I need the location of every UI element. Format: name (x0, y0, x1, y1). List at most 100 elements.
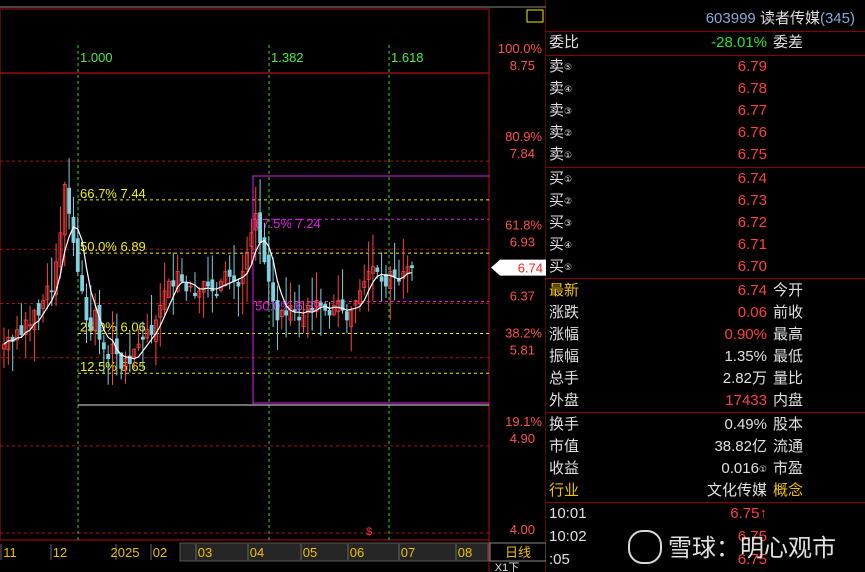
stat2-row-label2: 流通 (773, 438, 804, 455)
xueqiu-logo-icon (628, 530, 662, 564)
sell-row-value: 6.77 (737, 102, 767, 119)
buy-row-label: 买⑤ (549, 258, 573, 275)
candle-body (88, 317, 93, 331)
sell-row-value: 6.79 (737, 58, 767, 75)
stat2-row-value: 文化传媒 (706, 482, 767, 499)
watermark-text: 雪球：明心观市 (668, 534, 836, 562)
current-price-value: 6.74 (518, 261, 543, 276)
candle-body (36, 303, 41, 316)
stat-row-label: 最新 (549, 282, 580, 299)
stock-num: (345) (819, 10, 855, 27)
x-scroll-bar (179, 542, 489, 562)
buy-row-value: 6.73 (737, 192, 767, 209)
stat-row-value: 0.90% (724, 326, 767, 343)
price-label: 5.81 (510, 343, 535, 358)
order-index: ③ (564, 218, 573, 228)
candle-body (80, 275, 85, 292)
candle-body (375, 267, 380, 272)
candle-body (275, 300, 280, 321)
stat-row: 最新 6.74 今开 (546, 280, 865, 302)
stat-row-label: 涨跌 (549, 304, 580, 321)
candle-body (236, 281, 241, 287)
price-label: 4.00 (510, 522, 535, 537)
fib-level-label: 66.7% 7.44 (80, 186, 146, 201)
price-label: 8.75 (510, 58, 535, 73)
candle-body (410, 265, 414, 269)
x-tick-label: 11 (3, 545, 17, 560)
price-label: 6.93 (510, 234, 535, 249)
x-tick-label: 08 (458, 545, 472, 560)
stat-row-label: 涨幅 (549, 326, 580, 343)
candle-body (392, 269, 397, 277)
candle-body (297, 316, 302, 321)
order-index: ④ (564, 84, 573, 94)
candle-body (214, 293, 219, 297)
candle-body (271, 282, 276, 301)
tick-time: :05 (549, 551, 570, 568)
stat-row: 涨跌 0.06 前收 (546, 302, 865, 324)
stat-row-label2: 今开 (773, 282, 804, 299)
sell-row-label: 卖③ (549, 102, 573, 119)
candle-body (67, 187, 72, 214)
buy-row-label: 买① (549, 170, 573, 187)
order-index: ⑤ (564, 262, 573, 272)
x-tick-label: 03 (198, 545, 212, 560)
sell-row-value: 6.78 (737, 80, 767, 97)
fib-time-label: 1.618 (391, 50, 424, 65)
stat-row: 外盘 17433 内盘 (546, 390, 865, 412)
stat-row-label: 外盘 (549, 392, 580, 409)
stat2-row-value: 38.82亿 (714, 438, 767, 455)
candle-body (310, 307, 315, 311)
buy-row-value: 6.72 (737, 214, 767, 231)
price-label: 4.90 (510, 431, 535, 446)
stat-row-label: 总手 (549, 370, 580, 387)
sell-row: 卖③ 6.77 (546, 100, 865, 122)
stat-row-value: 2.82万 (722, 370, 767, 387)
pct-label: 19.1% (505, 414, 542, 429)
candle-body (344, 311, 349, 321)
x-tick-label: 2025 (111, 545, 140, 560)
weibi-value: -28.01% (711, 34, 767, 51)
sell-row: 卖④ 6.78 (546, 78, 865, 100)
stat2-row: 行业 文化传媒 概念 (546, 480, 865, 502)
candle-body (180, 274, 184, 282)
fib-box-outline (252, 175, 489, 405)
candle-body (101, 342, 106, 350)
stat2-row-label: 市值 (549, 438, 580, 455)
order-index: ⑤ (564, 62, 573, 72)
candle-body (84, 297, 89, 321)
tick-time: 10:01 (549, 505, 587, 522)
price-chart[interactable]: 100.0% 8.75 80.9% 7.84 61.8% 6.93 6.37 38.2% 5.8… (0, 0, 546, 572)
buy-row: 买① 6.74 (546, 168, 865, 190)
stat2-row-value: 0.016① (721, 460, 767, 477)
stat-row-value: 17433 (725, 392, 767, 409)
stat-row: 总手 2.82万 量比 (546, 368, 865, 390)
quote-panel: 603999 读者传媒(345) 委比 -28.01% 委差 卖⑤ 6.79 卖④ 6… (546, 0, 865, 572)
stat2-row: 收益 0.016① 市盈 (546, 458, 865, 480)
panel-toggle-icon (526, 9, 544, 23)
x-tick-label: 02 (153, 545, 167, 560)
stat2-row-label2: 概念 (773, 482, 804, 499)
weibi-row: 委比 -28.01% 委差 (546, 32, 865, 54)
candle-body (384, 274, 388, 287)
buy-row-label: 买② (549, 192, 573, 209)
sell-row-label: 卖④ (549, 80, 573, 97)
candle-body (193, 292, 197, 297)
order-index: ① (564, 150, 573, 160)
price-label: 6.37 (510, 288, 535, 303)
candle-body (19, 325, 24, 335)
order-index: ② (564, 196, 573, 206)
stat-row-label: 振幅 (549, 348, 580, 365)
order-index: ④ (564, 240, 573, 250)
weibi-label: 委比 (549, 34, 580, 51)
weicha-label: 委差 (773, 34, 804, 51)
pct-label: 100.0% (498, 41, 543, 56)
stat2-row-value: 0.49% (724, 416, 767, 433)
buy-row-label: 买④ (549, 236, 573, 253)
stat-row-label2: 内盘 (773, 392, 804, 409)
stat2-row-label: 行业 (549, 482, 580, 499)
candle-body (284, 310, 289, 316)
price-label: 7.84 (510, 146, 535, 161)
sell-row: 卖② 6.76 (546, 122, 865, 144)
stat2-row-label2: 股本 (773, 416, 804, 433)
